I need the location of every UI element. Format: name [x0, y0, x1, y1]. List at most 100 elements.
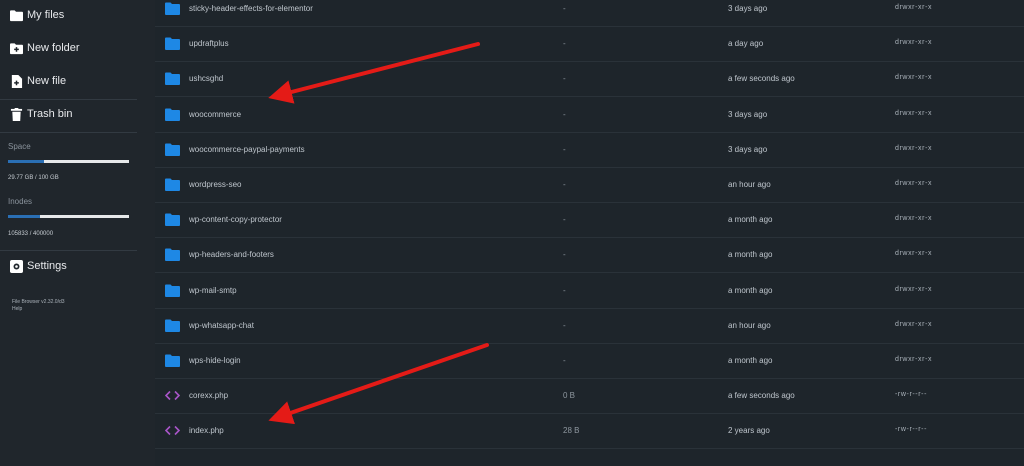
file-name: sticky-header-effects-for-elementor: [189, 4, 313, 13]
sidebar-item-new-folder[interactable]: New folder: [0, 33, 137, 65]
file-name: wp-content-copy-protector: [189, 215, 282, 225]
file-permissions: -rw-r--r--: [895, 426, 928, 434]
space-value: 29.77 GB / 100 GB: [8, 175, 59, 181]
file-row[interactable]: woocommerce-paypal-payments - 3 days ago dr…: [155, 133, 1024, 168]
file-row[interactable]: woocommerce - 3 days ago drwxr-xr-x: [155, 98, 1024, 133]
file-modified: 3 days ago: [728, 109, 768, 119]
file-permissions: drwxr-xr-x: [895, 109, 933, 117]
file-list: sticky-header-effects-for-elementor - 3 da…: [155, 0, 1024, 466]
file-modified: a few seconds ago: [728, 74, 795, 84]
file-row[interactable]: sticky-header-effects-for-elementor - 3 da…: [155, 0, 1024, 27]
sidebar-item-trash-bin[interactable]: Trash bin: [0, 99, 137, 131]
sidebar-item-new-file[interactable]: New file: [0, 66, 137, 98]
file-size: -: [563, 250, 566, 260]
file-size: -: [563, 356, 566, 365]
folder-icon: [165, 72, 180, 86]
file-size: -: [563, 39, 566, 49]
file-size: -: [563, 74, 566, 84]
file-modified: a month ago: [728, 356, 773, 365]
folder-icon: [165, 178, 180, 191]
file-name: index.php: [189, 426, 224, 436]
file-permissions: drwxr-xr-x: [895, 356, 933, 363]
inodes-meter-fill: [8, 215, 41, 218]
file-permissions: drwxr-xr-x: [895, 215, 933, 223]
file-permissions: drwxr-xr-x: [895, 250, 933, 258]
file-modified: an hour ago: [728, 320, 771, 330]
file-permissions: drwxr-xr-x: [895, 180, 933, 187]
sidebar: My files New folder New file Trash bin S…: [0, 0, 137, 466]
file-name: woocommerce-paypal-payments: [189, 144, 305, 154]
file-size: -: [563, 285, 566, 295]
inodes-label: Inodes: [8, 197, 33, 206]
new-file-icon: [11, 75, 23, 88]
file-row[interactable]: wp-headers-and-footers - a month ago drwxr-…: [155, 238, 1024, 274]
sidebar-item-label: My files: [27, 9, 65, 21]
folder-icon: [165, 213, 180, 227]
space-label: Space: [8, 142, 31, 151]
file-modified: a month ago: [728, 215, 773, 225]
file-modified: a few seconds ago: [728, 391, 795, 401]
file-name: wps-hide-login: [189, 356, 241, 365]
file-permissions: drwxr-xr-x: [895, 74, 933, 82]
file-size: -: [563, 320, 566, 330]
file-modified: 3 days ago: [728, 144, 768, 154]
space-meter-fill: [8, 160, 45, 163]
space-meter: [8, 160, 129, 163]
sidebar-item-my-files[interactable]: My files: [0, 0, 137, 32]
file-row[interactable]: wp-content-copy-protector - a month ago drw…: [155, 203, 1024, 239]
file-modified: a month ago: [728, 285, 773, 295]
file-permissions: drwxr-xr-x: [895, 39, 933, 47]
file-name: wp-whatsapp-chat: [189, 320, 254, 330]
folder-icon: [165, 248, 180, 262]
sidebar-item-label: New folder: [27, 42, 80, 54]
folder-icon: [165, 37, 180, 51]
file-size: 0 B: [563, 391, 576, 401]
new-folder-icon: [10, 43, 23, 55]
folder-icon: [165, 2, 180, 15]
code-icon: [165, 391, 180, 401]
sidebar-item-label: Trash bin: [27, 108, 73, 120]
file-row[interactable]: wp-whatsapp-chat - an hour ago drwxr-xr-x: [155, 309, 1024, 344]
file-modified: 3 days ago: [728, 4, 768, 13]
file-modified: a month ago: [728, 250, 773, 260]
file-row[interactable]: corexx.php 0 B a few seconds ago -rw-r--r--: [155, 379, 1024, 415]
file-name: wp-mail-smtp: [189, 285, 237, 295]
folder-icon: [165, 354, 180, 367]
trash-icon: [10, 108, 23, 121]
folder-icon: [165, 143, 180, 156]
file-modified: 2 years ago: [728, 426, 770, 436]
folder-icon: [165, 108, 180, 121]
file-row[interactable]: index.php 28 B 2 years ago -rw-r--r--: [155, 414, 1024, 450]
file-row[interactable]: wp-mail-smtp - a month ago drwxr-xr-x: [155, 274, 1024, 309]
folder-icon: [165, 284, 180, 297]
folder-icon: [10, 10, 23, 22]
file-row[interactable]: wordpress-seo - an hour ago drwxr-xr-x: [155, 168, 1024, 203]
file-row[interactable]: ushcsghd - a few seconds ago drwxr-xr-x: [155, 62, 1024, 98]
version-text: File Browser v2.32.0/d3: [12, 299, 65, 305]
file-size: -: [563, 180, 566, 189]
file-permissions: drwxr-xr-x: [895, 4, 933, 11]
file-modified: an hour ago: [728, 180, 771, 189]
divider: [0, 132, 137, 133]
file-name: ushcsghd: [189, 74, 224, 84]
sidebar-item-settings[interactable]: Settings: [0, 251, 137, 283]
file-name: wordpress-seo: [189, 180, 242, 189]
file-row[interactable]: updraftplus - a day ago drwxr-xr-x: [155, 27, 1024, 63]
inodes-value: 105833 / 400000: [8, 231, 54, 237]
file-size: -: [563, 4, 566, 13]
sidebar-item-label: New file: [27, 75, 67, 87]
sidebar-item-label: Settings: [27, 260, 67, 272]
file-permissions: drwxr-xr-x: [895, 320, 933, 328]
help-link[interactable]: Help: [12, 306, 22, 312]
file-size: 28 B: [563, 426, 580, 436]
gear-icon: [10, 260, 23, 273]
file-row[interactable]: wps-hide-login - a month ago drwxr-xr-x: [155, 344, 1024, 379]
file-name: corexx.php: [189, 391, 229, 401]
inodes-meter: [8, 215, 129, 218]
file-permissions: drwxr-xr-x: [895, 144, 933, 152]
file-size: -: [563, 215, 566, 225]
file-permissions: drwxr-xr-x: [895, 285, 933, 293]
file-size: -: [563, 109, 566, 119]
file-name: updraftplus: [189, 39, 229, 49]
file-name: wp-headers-and-footers: [189, 250, 274, 260]
